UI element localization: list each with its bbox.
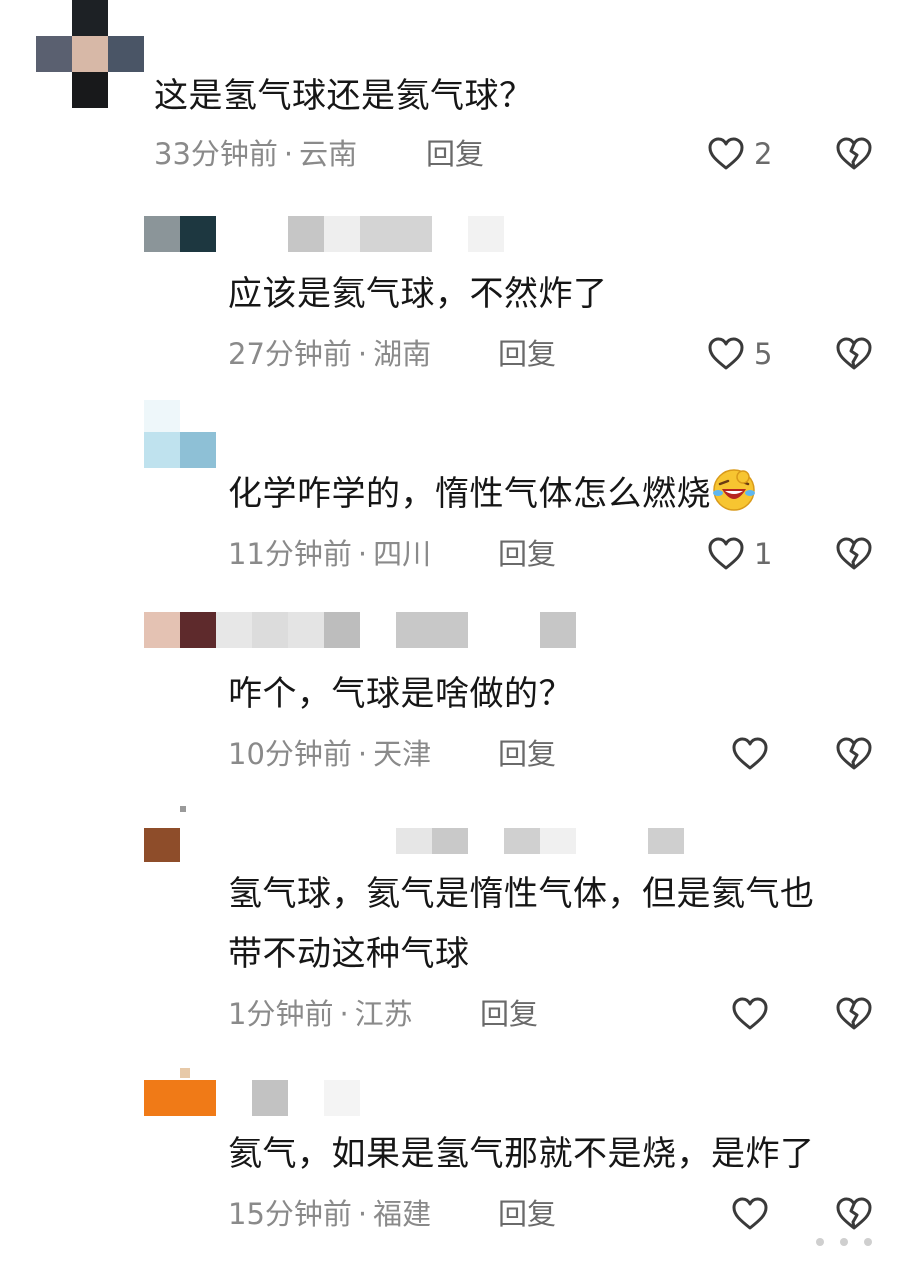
reply-button[interactable]: 回复 [498,1194,556,1234]
username[interactable] [144,806,704,862]
comment-location: 湖南 [373,337,432,371]
reply-button[interactable]: 回复 [498,334,556,374]
comment-time: 11分钟前 [228,537,352,571]
comment-meta: 15分钟前 · 福建 回复 [228,1194,884,1234]
comment-time: 10分钟前 [228,737,352,771]
heart-outline-icon[interactable] [706,134,746,174]
comment-time: 27分钟前 [228,337,352,371]
reply-button[interactable]: 回复 [480,994,538,1034]
watermark [752,1236,912,1248]
reply-button[interactable]: 回复 [498,734,556,774]
comment-text-content: 化学咋学的，惰性气体怎么燃烧 [228,474,711,514]
comment-location: 福建 [373,1197,432,1231]
broken-heart-icon[interactable] [834,994,874,1034]
meta-separator: · [357,337,368,371]
broken-heart-icon[interactable] [834,134,874,174]
username[interactable] [144,216,514,252]
heart-outline-icon[interactable] [706,534,746,574]
comment-meta: 27分钟前 · 湖南 回复 5 [228,334,884,374]
comment-meta: 10分钟前 · 天津 回复 [228,734,884,774]
heart-outline-icon[interactable] [706,334,746,374]
broken-heart-icon[interactable] [834,734,874,774]
comment-text: 这是氢气球还是氦气球？ [154,76,534,116]
heart-outline-icon[interactable] [730,1194,770,1234]
reply-button[interactable]: 回复 [498,534,556,574]
comment-meta: 11分钟前 · 四川 回复 1 [228,534,884,574]
meta-separator: · [283,137,294,171]
comment-meta: 1分钟前 · 江苏 回复 [228,994,884,1034]
comment-location: 江苏 [354,997,413,1031]
laughing-crying-emoji-icon [713,469,755,511]
broken-heart-icon[interactable] [834,334,874,374]
heart-outline-icon[interactable] [730,994,770,1034]
meta-separator: · [357,1197,368,1231]
comment-time: 15分钟前 [228,1197,352,1231]
comment-text: 氦气，如果是氢气那就不是烧，是炸了 [228,1134,815,1174]
like-count: 2 [754,137,773,171]
meta-separator: · [357,537,368,571]
like-count: 1 [754,537,773,571]
comment-location: 四川 [373,537,432,571]
username[interactable] [144,612,584,648]
reply-button[interactable]: 回复 [426,134,484,174]
broken-heart-icon[interactable] [834,534,874,574]
comment-text: 应该是氦气球，不然炸了 [228,274,608,314]
username[interactable] [144,1068,364,1116]
comment-text-line1: 氢气球，氦气是惰性气体，但是氦气也 [228,874,815,914]
comment-text-line2: 带不动这种气球 [228,934,470,974]
avatar[interactable] [36,0,144,108]
comment-text: 咋个，气球是啥做的？ [228,674,573,714]
username[interactable] [144,400,224,470]
meta-separator: · [339,997,349,1031]
heart-outline-icon[interactable] [730,734,770,774]
like-count: 5 [754,337,773,371]
comment-location: 云南 [299,137,358,171]
meta-separator: · [357,737,368,771]
broken-heart-icon[interactable] [834,1194,874,1234]
comment-time: 1分钟前 [228,997,334,1031]
comment-location: 天津 [373,737,432,771]
comment-meta: 33分钟前 · 云南 回复 2 [154,134,884,174]
comment-time: 33分钟前 [154,137,278,171]
comment-text: 化学咋学的，惰性气体怎么燃烧 [228,464,757,524]
